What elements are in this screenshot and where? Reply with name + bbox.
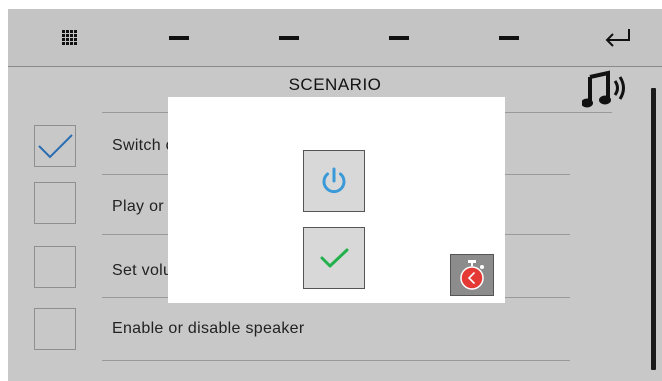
home-grid-button[interactable] [24,9,114,66]
timer-icon [460,260,484,290]
back-button[interactable] [572,9,662,66]
confirm-check-icon [320,248,349,268]
list-item-label: Enable or disable speaker [112,320,305,337]
confirm-button[interactable] [303,227,365,289]
app-screen: SCENARIO Switch on or off Play or stop S… [8,9,662,381]
scrollbar[interactable] [651,88,656,370]
dash-icon [169,35,189,40]
action-dialog [168,97,505,303]
checkbox-checked[interactable] [34,125,76,167]
power-icon [322,167,346,194]
page-title: SCENARIO [288,75,382,94]
divider [102,360,570,361]
checkbox[interactable] [34,182,76,224]
checkbox[interactable] [34,246,76,288]
toolbar-slot-1-button[interactable] [134,9,224,66]
top-toolbar [8,9,662,67]
grid-icon [61,30,77,45]
power-button[interactable] [303,150,365,212]
toolbar-slot-4-button[interactable] [464,9,554,66]
return-icon [605,28,630,47]
checkmark-icon [38,134,73,159]
toolbar-slot-2-button[interactable] [244,9,334,66]
toolbar-slot-3-button[interactable] [354,9,444,66]
music-speaker-icon[interactable] [581,69,630,109]
checkbox[interactable] [34,308,76,350]
timer-button[interactable] [450,254,494,296]
dash-icon [389,35,409,40]
dash-icon [499,35,519,40]
dash-icon [279,35,299,40]
list-item[interactable]: Enable or disable speaker [8,306,608,368]
